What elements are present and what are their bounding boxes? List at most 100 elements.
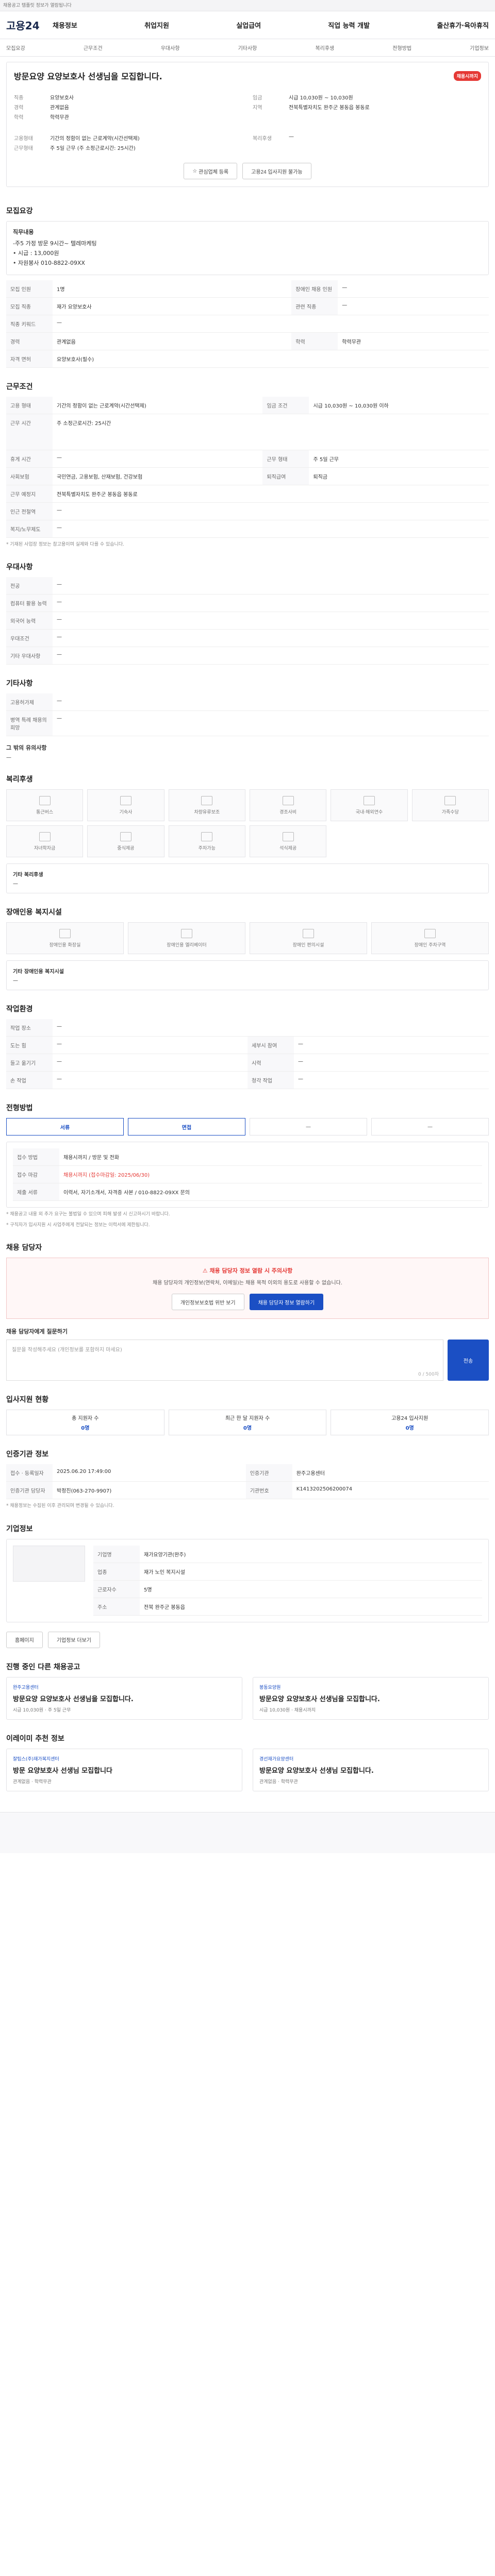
agency-note: * 채용정보는 수집된 이후 관리되며 변경될 수 있습니다. [6, 1503, 114, 1509]
cell-key: 주소 [93, 1598, 140, 1616]
interest-button[interactable]: ☆ 관심업체 등록 [184, 163, 238, 179]
cell-key: 전공 [6, 577, 53, 595]
section-title: 우대사항 [6, 563, 33, 572]
process-step: — [250, 1118, 367, 1136]
stat-label: 고용24 입사지원 [391, 1416, 428, 1422]
star-icon: ☆ [192, 168, 199, 174]
cell-value: 요양보호사(필수) [53, 350, 489, 368]
recommend-card[interactable]: 경선재가요양센터 방문요양 요양보호사 선생님 모집합니다. 관계없음 · 학력무관 [253, 1748, 489, 1791]
welfare-label: 자녀학자금 [34, 845, 56, 851]
cell-key: 근무 형태 [262, 450, 309, 468]
recommend-card[interactable]: 잘팁스(주)재가복지센터 방문 요양보호사 선생님 모집합니다 관계없음 · 학력무… [6, 1748, 242, 1791]
subsection-value: — [13, 978, 18, 984]
process-step: 서류 [6, 1118, 124, 1136]
menu-item[interactable]: 채용정보 [53, 20, 77, 30]
cell-key: 접수 방법 [13, 1148, 59, 1166]
tab-etc[interactable]: 기타사항 [238, 44, 257, 52]
cell-value: — [53, 594, 489, 613]
process-note: * 구직자가 입사지원 시 사업주에게 전달되는 정보는 이력서에 제한됩니다. [6, 1222, 150, 1228]
cell-value: 재가 요양보호사 [53, 297, 292, 315]
menu-item[interactable]: 실업급여 [236, 20, 261, 30]
gift-icon [282, 795, 294, 805]
cell-key: 장애인 채용 인원 [291, 280, 338, 298]
cell-key: 시력 [248, 1054, 294, 1072]
subsection-value: — [6, 755, 11, 761]
cell-key: 임금 조건 [262, 397, 309, 414]
section-title: 전형방법 [6, 1104, 33, 1113]
section-title: 근무조건 [6, 383, 33, 391]
job-card[interactable]: 완주고용센터 방문요양 요양보호사 선생님을 모집합니다. 시급 10,030원 ·… [6, 1676, 242, 1720]
interest-label: 관심업체 등록 [199, 169, 229, 175]
facility-label: 장애인 주차구역 [414, 942, 446, 948]
accessibility-icon [303, 928, 314, 938]
cell-value: 1명 [53, 280, 292, 298]
parking-icon [201, 832, 213, 841]
cell-key: 작업 장소 [6, 1019, 53, 1037]
section-title: 장애인용 복지시설 [6, 908, 62, 917]
cell-value: 주 소정근로시간: 25시간 [53, 414, 489, 450]
cell-key: 모집 인원 [6, 280, 53, 298]
tab-recruit[interactable]: 모집요강 [6, 44, 25, 52]
contact-section: 채용 담당자 ⚠ 채용 담당자 정보 열람 시 주의사항 채용 담당자의 개인정… [6, 1229, 489, 1381]
dorm-icon [120, 795, 131, 805]
stat-value: 0명 [81, 1426, 90, 1432]
page-footer [0, 1811, 495, 1853]
card-tag: 완주고용센터 [13, 1685, 39, 1690]
question-input[interactable]: 질문을 작성해주세요 (개인정보를 포함하지 마세요) 0 / 500자 [6, 1340, 443, 1381]
apply-disabled-button[interactable]: 고용24 입사지원 불가능 [242, 163, 311, 179]
stat-label: 총 지원자 수 [72, 1416, 99, 1422]
section-title: 복리후생 [6, 775, 33, 784]
cell-value: — [53, 693, 489, 711]
cell-key: 휴게 시간 [6, 450, 53, 468]
company-logo [13, 1545, 85, 1582]
facility-item: 장애인용 화장실 [6, 922, 124, 955]
homepage-button[interactable]: 홈페이지 [6, 1631, 43, 1648]
kv-value: 관계없음 [50, 105, 69, 111]
deadline-badge: 채용시까지 [453, 71, 481, 81]
work-note: * 기재된 사업장 정보는 참고용이며 실제와 다를 수 있습니다. [6, 542, 124, 547]
cell-value: — [338, 280, 489, 298]
cell-key: 기타 우대사항 [6, 647, 53, 665]
job-card[interactable]: 봉동요양원 방문요양 요양보호사 선생님을 모집합니다. 시급 10,030원 · … [253, 1676, 489, 1720]
tab-company[interactable]: 기업정보 [470, 44, 489, 52]
agency-table: 접수 · 등록일자 2025.06.20 17:49:00 인증기관 완주고용센터 인… [6, 1464, 489, 1500]
cell-key: 인증기관 담당자 [6, 1481, 53, 1500]
card-meta: 관계없음 · 학력무관 [259, 1779, 298, 1785]
cell-value: 관계없음 [53, 332, 292, 350]
recruit-table: 모집 인원 1명 장애인 채용 인원 — 모집 직종 재가 요양보호사 관련 직종 — 직종… [6, 280, 489, 368]
alert-title: 채용 담당자 정보 열람 시 주의사항 [209, 1267, 293, 1275]
cell-value: — [53, 1019, 489, 1037]
tab-welfare[interactable]: 복리후생 [315, 44, 334, 52]
warning-icon: ⚠ [202, 1267, 210, 1275]
privacy-law-button[interactable]: 개인정보보호법 위반 보기 [171, 1294, 244, 1311]
submit-question-button[interactable]: 전송 [448, 1340, 489, 1381]
cell-value: — [53, 629, 489, 648]
cell-key: 근로자수 [93, 1580, 140, 1598]
cell-value: 전북 완주군 봉동읍 [140, 1598, 482, 1616]
section-title: 기타사항 [6, 680, 33, 688]
cell-value: — [294, 1071, 489, 1090]
env-section: 작업환경 작업 장소 — 도는 힘 — 세부시 참여 — 들고 옮기기 — 시력 — 손 작업… [6, 990, 489, 1090]
facility-label: 장애인 편의시설 [292, 942, 324, 948]
welfare-label: 통근버스 [36, 809, 54, 815]
view-contact-button[interactable]: 채용 담당자 정보 열람하기 [249, 1294, 324, 1311]
welfare-item: 통근버스 [6, 789, 84, 822]
privacy-alert: ⚠ 채용 담당자 정보 열람 시 주의사항 채용 담당자의 개인정보(연락처, … [6, 1258, 489, 1319]
cell-value: — [338, 297, 489, 315]
tab-pref[interactable]: 우대사항 [161, 44, 180, 52]
site-logo[interactable]: 고용24 [6, 18, 53, 32]
question-title: 채용 담당자에게 질문하기 [6, 1328, 68, 1335]
menu-item[interactable]: 취업지원 [144, 20, 169, 30]
cell-value: 퇴직금 [309, 467, 489, 485]
kv-key: 경력 [14, 105, 24, 111]
kv-value: 주 5일 근무 (주 소정근로시간: 25시간) [50, 146, 136, 151]
cell-value: — [53, 1054, 248, 1072]
company-more-button[interactable]: 기업정보 더보기 [47, 1631, 100, 1648]
cell-value: 재가요양기관(완주) [140, 1545, 482, 1563]
tab-work[interactable]: 근무조건 [84, 44, 103, 52]
section-title: 채용 담당자 [6, 1244, 42, 1252]
elevator-icon [181, 928, 192, 938]
tab-process[interactable]: 전형방법 [392, 44, 411, 52]
menu-item[interactable]: 출산휴가·육아휴직 [437, 20, 489, 30]
menu-item[interactable]: 직업 능력 개발 [328, 20, 370, 30]
